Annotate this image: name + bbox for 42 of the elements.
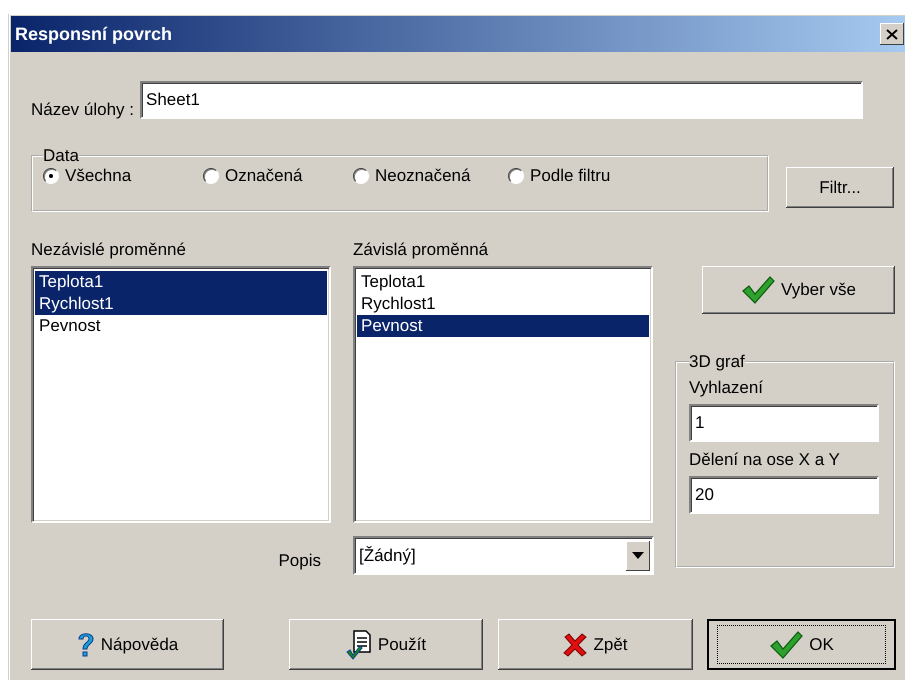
radio-label[interactable]: Podle filtru <box>530 166 610 186</box>
ok-button[interactable]: OK <box>707 619 896 670</box>
field-label: Popis <box>278 551 321 571</box>
help-button[interactable]: Nápověda <box>31 619 224 670</box>
close-button[interactable] <box>880 23 904 45</box>
field-label: Dělení na ose X a Y <box>689 450 841 470</box>
close-icon <box>886 28 898 40</box>
field-label: Název úlohy : <box>31 100 134 120</box>
group-title: 3D graf <box>689 352 745 372</box>
input-field[interactable]: 1 <box>689 404 879 442</box>
radio-button[interactable] <box>203 168 219 184</box>
cancel-button[interactable]: Zpět <box>498 619 693 670</box>
group-title: Data <box>43 146 79 166</box>
document-check-icon <box>346 630 372 660</box>
window-title: Responsní povrch <box>15 24 172 44</box>
filter-button[interactable]: Filtr... <box>786 167 894 208</box>
question-mark-icon <box>76 630 95 658</box>
check-icon <box>769 630 804 660</box>
list-item[interactable]: Rychlost1 <box>35 293 327 315</box>
list-item[interactable]: Teplota1 <box>357 271 649 293</box>
apply-button[interactable]: Použít <box>289 619 483 670</box>
dropdown[interactable]: [Žádný] <box>353 536 654 575</box>
dropdown-arrow-icon <box>632 552 644 559</box>
check-icon <box>741 275 776 305</box>
list-item[interactable]: Pevnost <box>357 315 649 337</box>
radio-label[interactable]: Všechna <box>65 166 132 186</box>
radio-button[interactable] <box>508 168 524 184</box>
field-label: Vyhlazení <box>689 378 764 398</box>
radio-button[interactable] <box>353 168 369 184</box>
list-item[interactable]: Rychlost1 <box>357 293 649 315</box>
select-all-button[interactable]: Vyber vše <box>702 266 895 314</box>
list-item[interactable]: Pevnost <box>35 315 327 337</box>
list-item[interactable]: Teplota1 <box>35 271 327 293</box>
radio-label[interactable]: Označená <box>225 166 302 186</box>
radio-button[interactable] <box>43 168 59 184</box>
radio-label[interactable]: Neoznačená <box>375 166 470 186</box>
list-label: Závislá proměnná <box>353 240 490 260</box>
list-label: Nezávislé proměnné <box>31 240 187 260</box>
cross-icon <box>563 632 588 656</box>
dropdown-value: [Žádný] <box>359 546 416 566</box>
input-field[interactable]: Sheet1 <box>140 81 863 119</box>
input-field[interactable]: 20 <box>689 476 879 514</box>
